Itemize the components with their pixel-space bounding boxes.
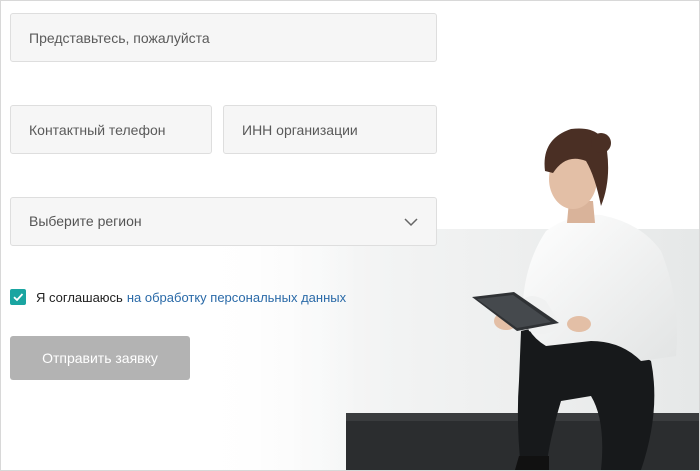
chevron-down-icon	[404, 218, 418, 227]
checkmark-icon	[13, 293, 24, 302]
submit-button[interactable]: Отправить заявку	[10, 336, 190, 380]
region-select[interactable]: Выберите регион	[10, 197, 437, 246]
consent-row: Я соглашаюсь на обработку персональных д…	[10, 288, 346, 306]
lead-form-page: Выберите регион Я соглашаюсь на обработк…	[0, 0, 700, 471]
phone-field[interactable]	[10, 105, 212, 154]
phone-input[interactable]	[29, 106, 211, 153]
consent-text: Я соглашаюсь	[36, 289, 123, 305]
consent-checkbox[interactable]	[10, 289, 26, 305]
name-field[interactable]	[10, 13, 437, 62]
inn-input[interactable]	[242, 106, 436, 153]
region-select-label: Выберите регион	[29, 213, 142, 229]
inn-field[interactable]	[223, 105, 437, 154]
name-input[interactable]	[29, 14, 436, 61]
consent-link[interactable]: на обработку персональных данных	[127, 290, 346, 305]
